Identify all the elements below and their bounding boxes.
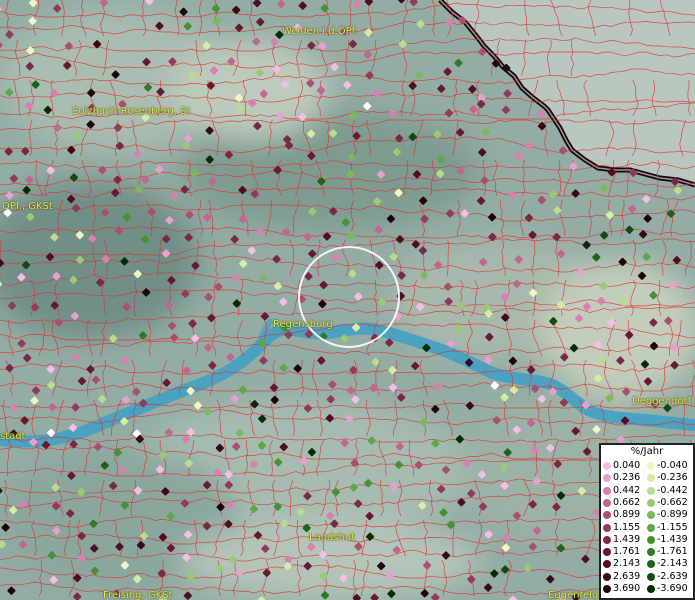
town-label-opf: OPf., GKSt [2, 201, 53, 212]
legend-swatch [647, 548, 655, 557]
legend-entry-negative: -0.040 [601, 460, 693, 472]
town-label-regensburg: Regensburg [273, 319, 333, 330]
legend-value: -0.899 [657, 509, 688, 521]
legend-swatch [647, 560, 655, 569]
legend-swatch [647, 511, 655, 520]
legend-value: -1.761 [657, 546, 688, 558]
legend-swatch [647, 486, 655, 495]
legend-swatch [647, 474, 655, 483]
legend-entry-negative: -0.662 [601, 497, 693, 509]
town-label-freising: Freising, GKSt [103, 590, 173, 600]
legend-swatch [647, 498, 655, 507]
town-label-weiden: Weiden i.d.OPf. [282, 26, 358, 37]
legend-swatch [647, 523, 655, 532]
legend-entry-negative: -2.143 [601, 558, 693, 570]
legend-entry-negative: -0.899 [601, 509, 693, 521]
town-label-sulzbach: Sulzbach-Rosenberg, St [72, 106, 191, 117]
legend-title: %/Jahr [630, 446, 664, 457]
legend-value: -0.662 [657, 496, 688, 508]
legend-swatch [647, 462, 655, 470]
legend-swatch [647, 585, 655, 593]
legend-entry-negative: -1.155 [601, 522, 693, 534]
town-label-deggendorf: Deggendorf, [632, 396, 695, 407]
legend-swatch [647, 572, 655, 581]
legend-entry-negative: -1.439 [601, 534, 693, 546]
legend-value: -0.442 [657, 484, 688, 496]
legend-entry-negative: -0.442 [601, 485, 693, 497]
map-legend: %/Jahr 0.040 -0.040 0.236 -0.236 0.442 -0.442… [599, 443, 695, 600]
legend-value: -1.155 [657, 521, 688, 533]
legend-entry-negative: -1.761 [601, 546, 693, 558]
legend-value: -3.690 [657, 583, 688, 594]
town-label-eggenfeld: Eggenfeld [548, 590, 599, 600]
town-label-landshut: Landshut [309, 532, 356, 543]
legend-swatch [647, 535, 655, 544]
legend-value: -1.439 [657, 533, 688, 545]
legend-value: -2.143 [657, 558, 688, 570]
town-label-stadt: stadt [0, 431, 26, 442]
legend-entry-negative: -3.690 [601, 583, 693, 595]
legend-value: -0.040 [657, 460, 688, 471]
legend-entry-negative: -2.639 [601, 571, 693, 583]
legend-value: -2.639 [657, 570, 688, 582]
map-canvas [0, 0, 695, 600]
legend-entry-negative: -0.236 [601, 472, 693, 484]
map-view[interactable]: Weiden i.d.OPf. Sulzbach-Rosenberg, St O… [0, 0, 695, 600]
legend-value: -0.236 [657, 472, 688, 484]
